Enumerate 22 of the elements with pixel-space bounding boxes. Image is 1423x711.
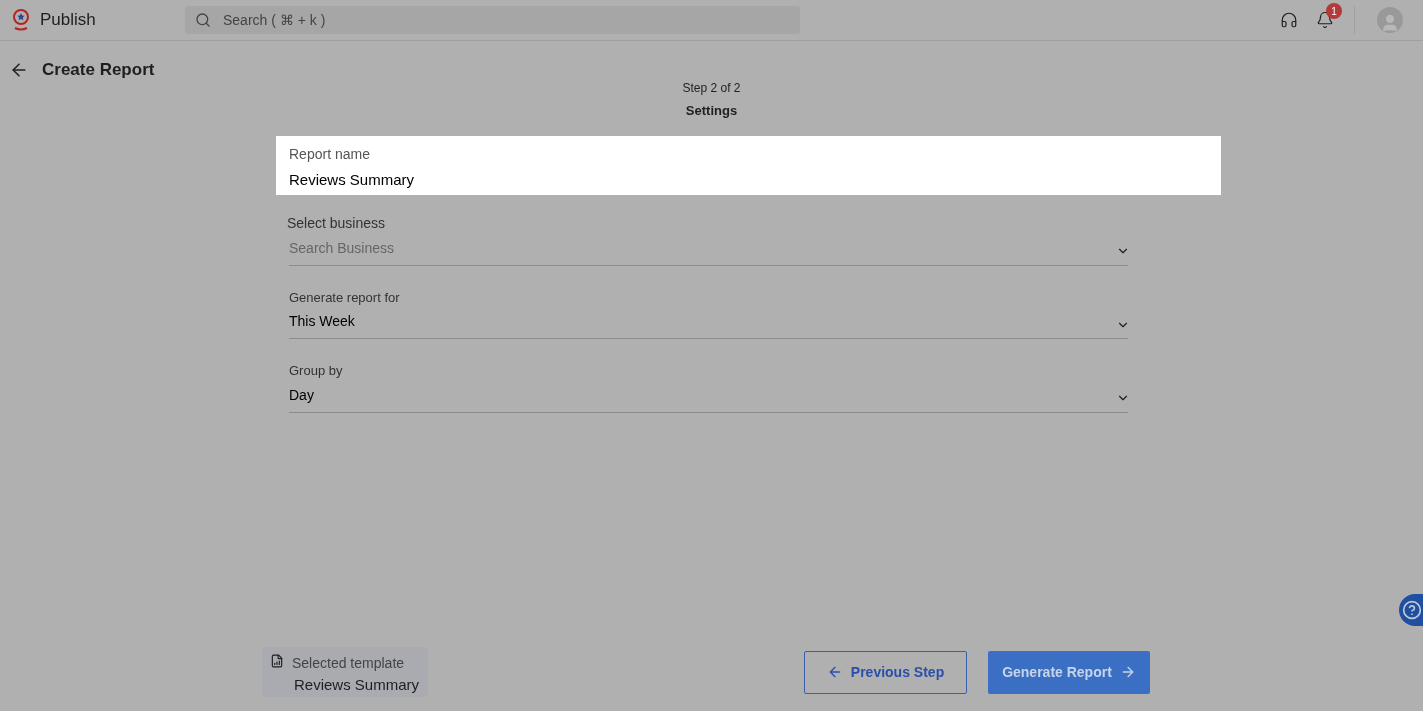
page-title: Create Report (42, 59, 155, 82)
field-label: Report name (289, 144, 371, 164)
report-file-icon (270, 654, 284, 668)
logo-icon (10, 8, 32, 32)
step-title: Settings (685, 102, 738, 120)
field-label: Select business (287, 213, 387, 233)
field-label: Generate report for (289, 288, 401, 307)
template-label: Selected template (292, 654, 406, 673)
notification-badge: 1 (1326, 3, 1342, 19)
headset-icon[interactable] (1280, 11, 1298, 29)
bell-icon[interactable] (1316, 11, 1334, 29)
help-button[interactable] (1399, 594, 1423, 626)
report-name-field[interactable]: Report name Reviews Summary (276, 135, 1221, 195)
dropdown-field[interactable]: This Week (289, 307, 1128, 339)
field-label: Group by (289, 362, 344, 380)
step-indicator: Step 2 of 2 (682, 80, 741, 97)
search-icon (195, 12, 211, 28)
template-name: Reviews Summary (294, 675, 420, 695)
app-name: Publish (40, 9, 97, 32)
dropdown-field[interactable]: Day (289, 380, 1128, 413)
report-name-input[interactable]: Reviews Summary (289, 168, 1208, 191)
search-field[interactable]: Search ( ⌘ + k ) (185, 6, 800, 34)
